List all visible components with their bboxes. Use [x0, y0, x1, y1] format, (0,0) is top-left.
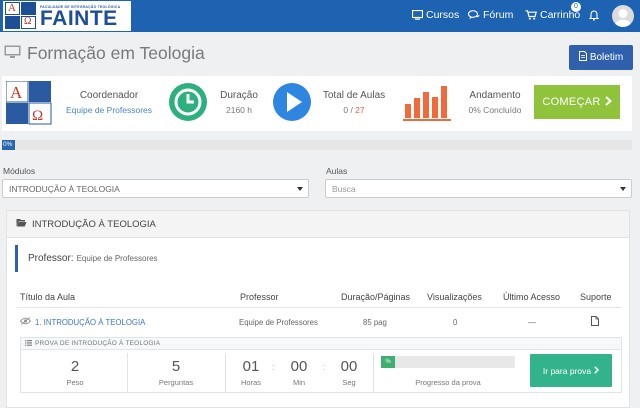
- perguntas-value: 5: [171, 358, 181, 375]
- table-divider: [17, 307, 621, 308]
- col-visualizacoes: Visualizações: [427, 292, 482, 302]
- boletim-button[interactable]: Boletim: [569, 45, 633, 70]
- bar-chart-icon: [402, 82, 456, 124]
- total-aulas-label: Total de Aulas: [322, 90, 386, 101]
- prova-progress-fill: %: [381, 356, 395, 368]
- modulos-selected-value: INTRODUÇÃO À TEOLOGIA: [9, 183, 120, 194]
- col-professor: Professor: [240, 292, 279, 302]
- aulas-label: Aulas: [326, 166, 348, 176]
- total-aulas-value: 0 / 27: [318, 105, 390, 115]
- prova-progress-label: Progresso da prova: [415, 378, 481, 387]
- time-separator: :: [272, 362, 275, 372]
- aulas-search-select[interactable]: Busca: [325, 179, 632, 198]
- page-title-text: Formação em Teologia: [27, 43, 205, 63]
- aulas-total: 27: [355, 105, 365, 115]
- ir-para-prova-label: Ir para prova: [542, 365, 592, 376]
- stat-divider: [225, 353, 226, 392]
- duracao-value: 2160 h: [226, 105, 252, 115]
- document-icon: [578, 51, 587, 64]
- course-progress-fill: 0%: [2, 140, 15, 150]
- boletim-label: Boletim: [589, 52, 624, 63]
- top-navbar: A Ω FACULDADE DE INTEGRAÇÃO TEOLÓGICA FA…: [0, 0, 640, 32]
- nav-forum-label: Fórum: [483, 9, 514, 21]
- cart-icon: [525, 10, 537, 20]
- logo-emblem: A Ω: [5, 2, 37, 30]
- comecar-button[interactable]: COMEÇAR: [534, 85, 620, 119]
- eye-icon: [19, 317, 32, 327]
- stat-divider: [373, 353, 374, 392]
- clock-icon: [168, 82, 208, 124]
- user-avatar[interactable]: [612, 5, 634, 27]
- brand-logo[interactable]: A Ω FACULDADE DE INTEGRAÇÃO TEOLÓGICA FA…: [3, 1, 131, 31]
- svg-text:A: A: [10, 83, 23, 102]
- module-panel-header[interactable]: INTRODUÇÃO À TEOLOGIA: [7, 211, 629, 238]
- caret-down-icon: [297, 187, 303, 191]
- peso-value: 2: [70, 358, 80, 375]
- lesson-views: 0: [453, 318, 458, 327]
- course-info-card: A Ω Coordenador Equipe de Professores Du…: [2, 76, 632, 131]
- monitor-icon: [412, 10, 423, 20]
- duracao-label: Duração: [220, 90, 258, 101]
- cart-count-badge: 0: [571, 2, 581, 12]
- comecar-label: COMEÇAR: [542, 96, 601, 108]
- time-separator: :: [323, 362, 326, 372]
- play-icon: [272, 82, 312, 124]
- min-value: 00: [290, 358, 308, 375]
- ir-para-prova-button[interactable]: Ir para prova: [530, 354, 612, 387]
- aulas-placeholder: Busca: [332, 183, 356, 194]
- modulos-label: Módulos: [3, 166, 36, 176]
- svg-text:Ω: Ω: [32, 108, 43, 124]
- nav-cursos[interactable]: Cursos: [412, 9, 459, 21]
- caret-down-icon: [620, 187, 626, 191]
- professor-value: Equipe de Professores: [76, 254, 158, 263]
- prova-title: PROVA DE INTRODUÇÃO À TEOLOGIA: [35, 340, 161, 347]
- page-title: Formação em Teologia: [4, 43, 205, 64]
- lesson-duracao: 85 pag: [363, 318, 387, 327]
- seg-label: Seg: [342, 378, 356, 387]
- logo-letter-alpha: A: [8, 2, 16, 14]
- course-progress-bar: 0%: [2, 140, 632, 150]
- list-icon: [25, 339, 32, 348]
- seg-value: 00: [340, 358, 358, 375]
- col-duracao: Duração/Páginas: [341, 292, 411, 302]
- chevron-right-icon: [604, 95, 612, 109]
- min-label: Min: [292, 378, 306, 387]
- coordenador-label: Coordenador: [79, 90, 139, 101]
- lesson-professor: Equipe de Professores: [239, 318, 318, 327]
- module-title: INTRODUÇÃO À TEOLOGIA: [32, 218, 156, 230]
- peso-label: Peso: [66, 378, 84, 387]
- col-titulo: Título da Aula: [20, 292, 76, 302]
- bell-icon[interactable]: [589, 10, 599, 21]
- andamento-value: 0% Concluído: [468, 105, 522, 115]
- col-ultimo-acesso: Último Acesso: [503, 292, 561, 302]
- coordenador-value[interactable]: Equipe de Professores: [62, 105, 156, 115]
- folder-open-icon: [16, 218, 27, 230]
- desktop-icon: [4, 43, 21, 64]
- nav-cursos-label: Cursos: [426, 9, 460, 21]
- support-file-icon[interactable]: [591, 316, 599, 328]
- professor-label: Professor:: [28, 253, 74, 264]
- lesson-ultimo-acesso: —: [528, 318, 536, 327]
- prova-header: PROVA DE INTRODUÇÃO À TEOLOGIA: [21, 338, 621, 350]
- col-suporte: Suporte: [580, 292, 612, 302]
- prova-progress-bar: %: [381, 356, 515, 368]
- modulos-select[interactable]: INTRODUÇÃO À TEOLOGIA: [2, 179, 309, 198]
- professor-box: Professor: Equipe de Professores: [15, 245, 615, 272]
- perguntas-label: Perguntas: [158, 378, 194, 387]
- chevron-right-icon: [594, 365, 600, 376]
- lesson-title-link[interactable]: 1. INTRODUÇÃO À TEOLOGIA: [35, 318, 145, 327]
- course-logo-icon: A Ω: [5, 80, 52, 125]
- prova-box: PROVA DE INTRODUÇÃO À TEOLOGIA 2 Peso 5 …: [20, 337, 622, 393]
- nav-forum[interactable]: Fórum: [468, 9, 513, 21]
- logo-title: FAINTE: [40, 6, 118, 30]
- andamento-label: Andamento: [469, 90, 521, 101]
- logo-letter-omega: Ω: [24, 16, 32, 27]
- horas-label: Horas: [240, 378, 261, 387]
- chat-bubbles-icon: [468, 10, 480, 20]
- horas-value: 01: [242, 358, 260, 375]
- module-panel: INTRODUÇÃO À TEOLOGIA Professor: Equipe …: [6, 210, 630, 408]
